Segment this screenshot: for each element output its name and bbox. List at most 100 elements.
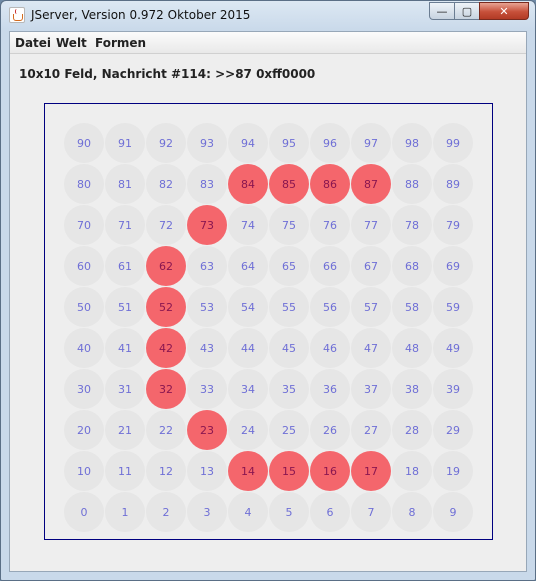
board-cell-15[interactable]: 15	[269, 451, 309, 491]
board-cell-64[interactable]: 64	[228, 246, 268, 286]
board-cell-29[interactable]: 29	[433, 410, 473, 450]
board-cell-72[interactable]: 72	[146, 205, 186, 245]
board-cell-82[interactable]: 82	[146, 164, 186, 204]
board-cell-9[interactable]: 9	[433, 492, 473, 532]
board-cell-68[interactable]: 68	[392, 246, 432, 286]
board-cell-41[interactable]: 41	[105, 328, 145, 368]
board-cell-83[interactable]: 83	[187, 164, 227, 204]
close-button[interactable]: ✕	[479, 2, 529, 20]
board-cell-11[interactable]: 11	[105, 451, 145, 491]
board-cell-19[interactable]: 19	[433, 451, 473, 491]
board-cell-14[interactable]: 14	[228, 451, 268, 491]
board-cell-60[interactable]: 60	[64, 246, 104, 286]
board-cell-47[interactable]: 47	[351, 328, 391, 368]
board-cell-56[interactable]: 56	[310, 287, 350, 327]
board-cell-40[interactable]: 40	[64, 328, 104, 368]
board-cell-87[interactable]: 87	[351, 164, 391, 204]
board-cell-26[interactable]: 26	[310, 410, 350, 450]
board-cell-63[interactable]: 63	[187, 246, 227, 286]
board-cell-94[interactable]: 94	[228, 123, 268, 163]
menu-formen[interactable]: Formen	[95, 36, 146, 50]
board-cell-90[interactable]: 90	[64, 123, 104, 163]
board-cell-74[interactable]: 74	[228, 205, 268, 245]
board-cell-36[interactable]: 36	[310, 369, 350, 409]
board-cell-44[interactable]: 44	[228, 328, 268, 368]
board-cell-92[interactable]: 92	[146, 123, 186, 163]
board-canvas[interactable]: 0 1 2 3 4 5 6 7 8 9 10 11 12 13 14 15 16 17 18 19 20 21 22 23 24…	[44, 103, 493, 540]
board-cell-53[interactable]: 53	[187, 287, 227, 327]
board-cell-27[interactable]: 27	[351, 410, 391, 450]
menu-datei[interactable]: Datei	[15, 36, 51, 50]
board-cell-2[interactable]: 2	[146, 492, 186, 532]
board-cell-45[interactable]: 45	[269, 328, 309, 368]
board-cell-46[interactable]: 46	[310, 328, 350, 368]
board-cell-39[interactable]: 39	[433, 369, 473, 409]
board-cell-58[interactable]: 58	[392, 287, 432, 327]
board-cell-67[interactable]: 67	[351, 246, 391, 286]
board-cell-6[interactable]: 6	[310, 492, 350, 532]
board-cell-98[interactable]: 98	[392, 123, 432, 163]
board-cell-71[interactable]: 71	[105, 205, 145, 245]
board-cell-80[interactable]: 80	[64, 164, 104, 204]
board-cell-89[interactable]: 89	[433, 164, 473, 204]
java-cup-icon[interactable]	[9, 7, 25, 23]
board-cell-93[interactable]: 93	[187, 123, 227, 163]
board-cell-73[interactable]: 73	[187, 205, 227, 245]
board-cell-51[interactable]: 51	[105, 287, 145, 327]
board-cell-16[interactable]: 16	[310, 451, 350, 491]
board-cell-17[interactable]: 17	[351, 451, 391, 491]
minimize-button[interactable]: —	[429, 2, 455, 20]
board-cell-10[interactable]: 10	[64, 451, 104, 491]
board-cell-96[interactable]: 96	[310, 123, 350, 163]
board-cell-13[interactable]: 13	[187, 451, 227, 491]
board-cell-55[interactable]: 55	[269, 287, 309, 327]
board-cell-0[interactable]: 0	[64, 492, 104, 532]
board-cell-24[interactable]: 24	[228, 410, 268, 450]
board-cell-75[interactable]: 75	[269, 205, 309, 245]
board-cell-34[interactable]: 34	[228, 369, 268, 409]
board-cell-20[interactable]: 20	[64, 410, 104, 450]
board-cell-59[interactable]: 59	[433, 287, 473, 327]
board-cell-97[interactable]: 97	[351, 123, 391, 163]
board-cell-3[interactable]: 3	[187, 492, 227, 532]
board-cell-42[interactable]: 42	[146, 328, 186, 368]
board-cell-8[interactable]: 8	[392, 492, 432, 532]
board-cell-62[interactable]: 62	[146, 246, 186, 286]
board-cell-12[interactable]: 12	[146, 451, 186, 491]
board-cell-48[interactable]: 48	[392, 328, 432, 368]
board-cell-85[interactable]: 85	[269, 164, 309, 204]
board-cell-21[interactable]: 21	[105, 410, 145, 450]
board-cell-79[interactable]: 79	[433, 205, 473, 245]
board-cell-25[interactable]: 25	[269, 410, 309, 450]
board-cell-95[interactable]: 95	[269, 123, 309, 163]
board-cell-91[interactable]: 91	[105, 123, 145, 163]
board-cell-65[interactable]: 65	[269, 246, 309, 286]
board-cell-49[interactable]: 49	[433, 328, 473, 368]
board-cell-57[interactable]: 57	[351, 287, 391, 327]
board-cell-43[interactable]: 43	[187, 328, 227, 368]
menu-welt[interactable]: Welt	[56, 36, 87, 50]
board-cell-33[interactable]: 33	[187, 369, 227, 409]
board-cell-77[interactable]: 77	[351, 205, 391, 245]
board-cell-30[interactable]: 30	[64, 369, 104, 409]
board-cell-76[interactable]: 76	[310, 205, 350, 245]
board-cell-4[interactable]: 4	[228, 492, 268, 532]
board-cell-78[interactable]: 78	[392, 205, 432, 245]
maximize-button[interactable]: ▢	[454, 2, 480, 20]
board-cell-66[interactable]: 66	[310, 246, 350, 286]
board-cell-28[interactable]: 28	[392, 410, 432, 450]
board-cell-38[interactable]: 38	[392, 369, 432, 409]
board-cell-81[interactable]: 81	[105, 164, 145, 204]
board-cell-52[interactable]: 52	[146, 287, 186, 327]
board-cell-61[interactable]: 61	[105, 246, 145, 286]
board-cell-23[interactable]: 23	[187, 410, 227, 450]
board-cell-86[interactable]: 86	[310, 164, 350, 204]
board-cell-54[interactable]: 54	[228, 287, 268, 327]
board-cell-18[interactable]: 18	[392, 451, 432, 491]
board-cell-50[interactable]: 50	[64, 287, 104, 327]
title-bar[interactable]: JServer, Version 0.972 Oktober 2015 — ▢ …	[1, 1, 535, 31]
board-cell-99[interactable]: 99	[433, 123, 473, 163]
board-cell-31[interactable]: 31	[105, 369, 145, 409]
board-cell-5[interactable]: 5	[269, 492, 309, 532]
board-cell-70[interactable]: 70	[64, 205, 104, 245]
